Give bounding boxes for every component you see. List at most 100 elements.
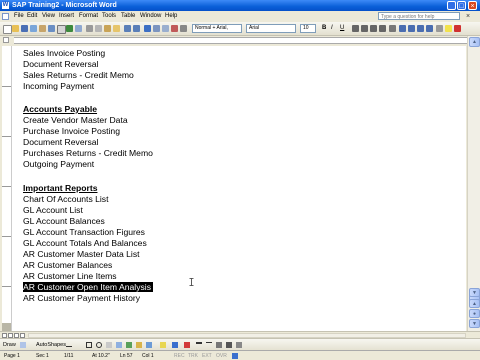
italic-button[interactable]: I — [331, 23, 333, 34]
menu-window[interactable]: Window — [140, 11, 161, 22]
dash-style-icon[interactable] — [206, 342, 212, 344]
section-heading[interactable]: Accounts Payable — [23, 104, 97, 115]
show-hide-icon[interactable] — [180, 25, 187, 32]
oval-tool-icon[interactable] — [96, 342, 102, 348]
line-style-icon[interactable] — [196, 342, 202, 344]
redo-icon[interactable] — [133, 25, 140, 32]
scroll-up-button[interactable]: ▲ — [469, 37, 480, 47]
spelling-status-icon[interactable] — [232, 353, 238, 359]
line-spacing-icon[interactable] — [389, 25, 396, 32]
bold-button[interactable]: B — [322, 23, 326, 34]
shadow-style-icon[interactable] — [226, 342, 232, 348]
menu-tools[interactable]: Tools — [102, 11, 116, 22]
word-app-icon[interactable]: W — [2, 2, 9, 9]
style-combo[interactable]: Normal + Arial, — [192, 24, 242, 33]
align-right-icon[interactable] — [370, 25, 377, 32]
menu-edit[interactable]: Edit — [27, 11, 37, 22]
doc-line[interactable]: Outgoing Payment — [23, 159, 94, 170]
insert-table-icon[interactable] — [162, 25, 169, 32]
text-selection[interactable]: AR Customer Open Item Analysis — [23, 282, 153, 292]
doc-line[interactable]: Document Reversal — [23, 59, 98, 70]
scroll-down-button[interactable]: ▼ — [469, 288, 480, 297]
outside-border-icon[interactable] — [436, 25, 443, 32]
3d-style-icon[interactable] — [236, 342, 242, 348]
align-center-icon[interactable] — [361, 25, 368, 32]
select-objects-icon[interactable] — [20, 342, 26, 348]
hyperlink-icon[interactable] — [144, 25, 151, 32]
help-search-input[interactable]: Type a question for help — [378, 12, 460, 20]
doc-line[interactable]: Sales Invoice Posting — [23, 48, 105, 59]
doc-line[interactable]: AR Customer Master Data List — [23, 249, 140, 260]
doc-line[interactable]: AR Customer Payment History — [23, 293, 140, 304]
tables-borders-icon[interactable] — [153, 25, 160, 32]
font-size-combo[interactable]: 10 — [300, 24, 316, 33]
copy-icon[interactable] — [95, 25, 102, 32]
menu-table[interactable]: Table — [121, 11, 135, 22]
vertical-ruler[interactable] — [2, 46, 12, 331]
line-tool-icon[interactable] — [66, 345, 72, 347]
status-ovr[interactable]: OVR — [216, 351, 227, 360]
doc-line[interactable]: Incoming Payment — [23, 81, 94, 92]
highlight-icon[interactable] — [445, 25, 452, 32]
font-color-icon[interactable] — [454, 25, 461, 32]
font-color-draw-icon[interactable] — [184, 342, 190, 348]
new-document-icon[interactable] — [3, 25, 12, 34]
print-preview-icon[interactable] — [57, 25, 66, 34]
doc-line[interactable]: Chart Of Accounts List — [23, 194, 109, 205]
paste-icon[interactable] — [104, 25, 111, 32]
email-icon[interactable] — [39, 25, 46, 32]
numbering-icon[interactable] — [399, 25, 406, 32]
arrow-tool-icon[interactable] — [76, 342, 82, 348]
spelling-icon[interactable] — [66, 25, 73, 32]
section-heading[interactable]: Important Reports — [23, 183, 97, 194]
ruler-bar[interactable] — [14, 37, 468, 44]
print-icon[interactable] — [48, 25, 55, 32]
cut-icon[interactable] — [86, 25, 93, 32]
document-close-icon[interactable]: × — [466, 12, 470, 21]
doc-line[interactable]: GL Account Transaction Figures — [23, 227, 145, 238]
arrow-style-icon[interactable] — [216, 342, 222, 348]
doc-line[interactable]: GL Account Balances — [23, 216, 105, 227]
picture-icon[interactable] — [146, 342, 152, 348]
document-page[interactable]: Sales Invoice Posting Document Reversal … — [12, 46, 466, 331]
minimize-button[interactable]: _ — [447, 1, 456, 10]
save-icon[interactable] — [21, 25, 28, 32]
underline-button[interactable]: U — [340, 23, 344, 34]
vertical-scrollbar[interactable]: ▲ ▼ ▲ ● ▼ — [467, 36, 480, 331]
diagram-icon[interactable] — [126, 342, 132, 348]
doc-line[interactable]: AR Customer Line Items — [23, 271, 117, 282]
horizontal-ruler[interactable] — [0, 36, 480, 45]
decrease-indent-icon[interactable] — [417, 25, 424, 32]
maximize-button[interactable]: □ — [457, 1, 466, 10]
status-ext[interactable]: EXT — [202, 351, 212, 360]
line-color-icon[interactable] — [172, 342, 178, 348]
doc-line[interactable]: AR Customer Balances — [23, 260, 112, 271]
menu-view[interactable]: View — [42, 11, 55, 22]
doc-line[interactable]: Document Reversal — [23, 137, 98, 148]
doc-line[interactable]: GL Account List — [23, 205, 83, 216]
align-left-icon[interactable] — [352, 25, 359, 32]
status-rec[interactable]: REC — [174, 351, 185, 360]
doc-line[interactable]: Create Vendor Master Data — [23, 115, 128, 126]
next-page-button[interactable]: ▼ — [469, 319, 480, 328]
close-button[interactable]: × — [468, 1, 477, 10]
rectangle-tool-icon[interactable] — [86, 342, 92, 348]
wordart-icon[interactable] — [116, 342, 122, 348]
doc-line[interactable]: Purchases Returns - Credit Memo — [23, 148, 153, 159]
select-browse-object-button[interactable]: ● — [469, 309, 480, 318]
menu-help[interactable]: Help — [165, 11, 177, 22]
previous-page-button[interactable]: ▲ — [469, 299, 480, 308]
research-icon[interactable] — [75, 25, 82, 32]
format-painter-icon[interactable] — [113, 25, 120, 32]
status-trk[interactable]: TRK — [188, 351, 198, 360]
undo-icon[interactable] — [124, 25, 131, 32]
fill-color-icon[interactable] — [160, 342, 166, 348]
doc-line[interactable]: Purchase Invoice Posting — [23, 126, 120, 137]
font-combo[interactable]: Arial — [246, 24, 296, 33]
selected-doc-line[interactable]: AR Customer Open Item Analysis — [23, 282, 153, 293]
document-icon[interactable] — [2, 13, 9, 20]
doc-line[interactable]: GL Account Totals And Balances — [23, 238, 147, 249]
permission-icon[interactable] — [30, 25, 37, 32]
doc-line[interactable]: Sales Returns - Credit Memo — [23, 70, 134, 81]
open-folder-icon[interactable] — [12, 25, 19, 32]
